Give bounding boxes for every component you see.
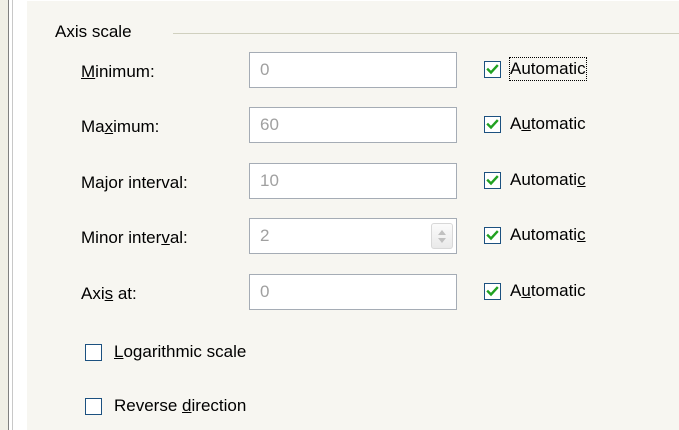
major-interval-row: Major interval: 10 Automatic bbox=[27, 163, 679, 203]
spin-up-icon[interactable] bbox=[438, 230, 446, 235]
axis-at-field[interactable]: 0 bbox=[249, 274, 457, 310]
maximum-automatic-checkbox[interactable] bbox=[484, 116, 501, 133]
logarithmic-scale-option[interactable]: Logarithmic scale bbox=[81, 339, 401, 367]
spin-down-icon[interactable] bbox=[438, 238, 446, 243]
axis-scale-group-title: Axis scale bbox=[55, 21, 140, 43]
minimum-row: Minimum: 0 Automatic bbox=[27, 52, 679, 92]
maximum-automatic-label[interactable]: Automatic bbox=[510, 113, 586, 135]
logarithmic-scale-label[interactable]: Logarithmic scale bbox=[114, 341, 246, 363]
checkmark-icon bbox=[486, 119, 499, 130]
checkmark-icon bbox=[486, 286, 499, 297]
maximum-field[interactable]: 60 bbox=[249, 107, 457, 143]
minimum-automatic-checkbox[interactable] bbox=[484, 61, 501, 78]
minimum-automatic-label[interactable]: Automatic bbox=[509, 57, 587, 81]
minimum-label: Minimum: bbox=[81, 62, 155, 81]
minor-interval-spinner[interactable] bbox=[431, 223, 453, 249]
axis-options-panel: Axis scale Minimum: 0 Automatic Maximum:… bbox=[26, 0, 679, 430]
major-interval-automatic-label[interactable]: Automatic bbox=[510, 169, 586, 191]
reverse-direction-checkbox[interactable] bbox=[85, 398, 102, 415]
major-interval-automatic-checkbox[interactable] bbox=[484, 172, 501, 189]
major-interval-field[interactable]: 10 bbox=[249, 163, 457, 199]
checkmark-icon bbox=[486, 64, 499, 75]
checkmark-icon bbox=[486, 230, 499, 241]
maximum-label: Maximum: bbox=[81, 117, 160, 136]
checkmark-icon bbox=[486, 175, 499, 186]
group-divider bbox=[173, 33, 679, 34]
major-interval-label: Major interval: bbox=[81, 173, 188, 192]
axis-at-label: Axis at: bbox=[81, 284, 137, 303]
minor-interval-automatic-checkbox[interactable] bbox=[484, 227, 501, 244]
minimum-field[interactable]: 0 bbox=[249, 52, 457, 88]
minor-interval-automatic-label[interactable]: Automatic bbox=[510, 224, 586, 246]
axis-at-row: Axis at: 0 Automatic bbox=[27, 274, 679, 314]
window-edge bbox=[0, 0, 13, 430]
minor-interval-label: Minor interval: bbox=[81, 228, 188, 247]
axis-at-automatic-checkbox[interactable] bbox=[484, 283, 501, 300]
axis-at-automatic-label[interactable]: Automatic bbox=[510, 280, 586, 302]
minor-interval-field[interactable]: 2 bbox=[249, 218, 457, 254]
reverse-direction-option[interactable]: Reverse direction bbox=[81, 393, 401, 421]
reverse-direction-label[interactable]: Reverse direction bbox=[114, 395, 246, 417]
minor-interval-row: Minor interval: 2 Automatic bbox=[27, 218, 679, 258]
maximum-row: Maximum: 60 Automatic bbox=[27, 107, 679, 147]
logarithmic-scale-checkbox[interactable] bbox=[85, 344, 102, 361]
